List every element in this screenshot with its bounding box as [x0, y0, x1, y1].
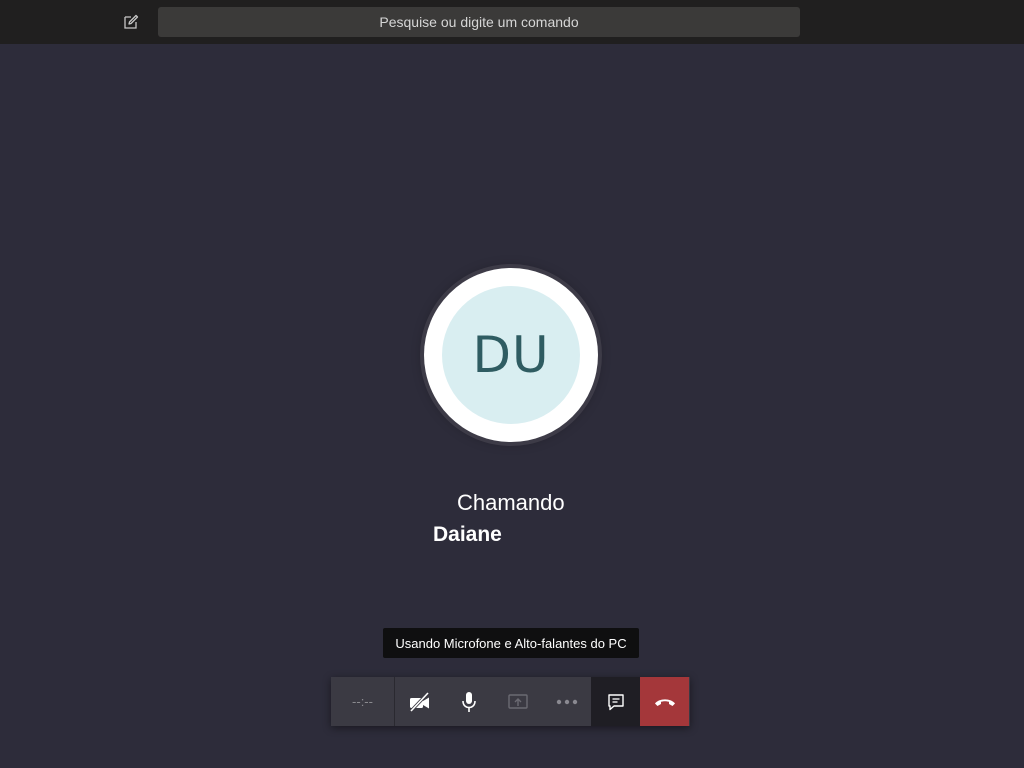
- search-input[interactable]: Pesquise ou digite um comando: [158, 7, 800, 37]
- microphone-icon: [460, 691, 478, 713]
- hang-up-icon: [653, 695, 677, 709]
- call-controls-bar: --:--: [331, 677, 690, 726]
- title-bar: Pesquise ou digite um comando: [0, 0, 1024, 44]
- compose-icon: [123, 14, 139, 30]
- chat-button[interactable]: [591, 677, 640, 726]
- chat-icon: [606, 692, 626, 712]
- ellipsis-icon: [556, 699, 578, 705]
- share-screen-icon: [507, 692, 529, 712]
- compose-button[interactable]: [120, 11, 142, 33]
- microphone-button[interactable]: [444, 677, 493, 726]
- hang-up-button[interactable]: [640, 677, 689, 726]
- avatar-ring: DU: [424, 268, 598, 442]
- call-status: Chamando: [457, 490, 565, 515]
- callee-name: Daiane: [433, 523, 502, 546]
- share-screen-button[interactable]: [493, 677, 542, 726]
- avatar: DU: [442, 286, 580, 424]
- search-placeholder: Pesquise ou digite um comando: [379, 14, 579, 30]
- camera-off-icon: [408, 691, 432, 712]
- video-off-button[interactable]: [395, 677, 444, 726]
- audio-device-tooltip: Usando Microfone e Alto-falantes do PC: [383, 628, 639, 658]
- call-timer: --:--: [331, 677, 395, 726]
- more-options-button[interactable]: [542, 677, 591, 726]
